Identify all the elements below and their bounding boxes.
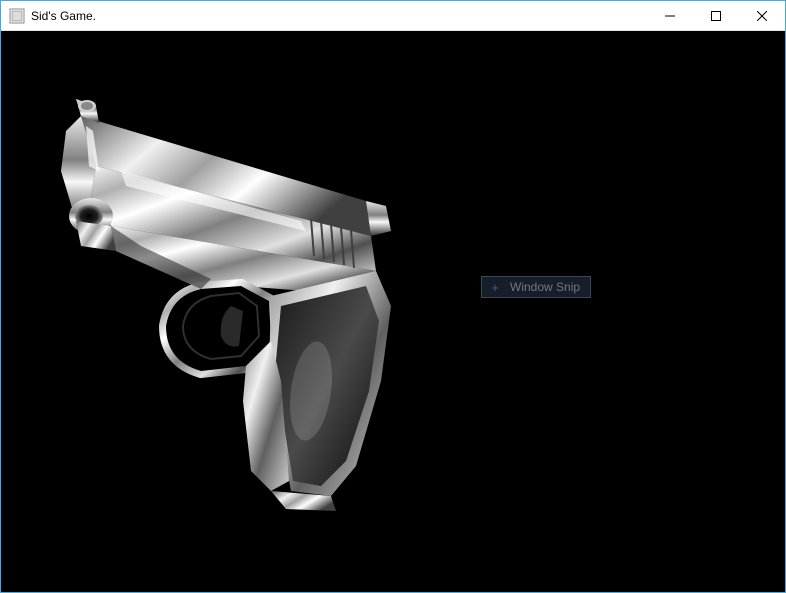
app-icon	[9, 8, 25, 24]
titlebar[interactable]: Sid's Game.	[1, 1, 785, 31]
close-icon	[757, 11, 767, 21]
window-controls	[647, 1, 785, 30]
handgun-model	[21, 71, 421, 511]
plus-icon: +	[488, 280, 502, 294]
maximize-button[interactable]	[693, 1, 739, 31]
maximize-icon	[711, 11, 721, 21]
application-window: Sid's Game.	[0, 0, 786, 593]
close-button[interactable]	[739, 1, 785, 31]
snip-tooltip: + Window Snip	[481, 276, 591, 298]
game-viewport[interactable]: + Window Snip	[1, 31, 785, 592]
minimize-button[interactable]	[647, 1, 693, 31]
tooltip-label: Window Snip	[510, 280, 580, 294]
minimize-icon	[665, 11, 675, 21]
window-title: Sid's Game.	[31, 9, 96, 23]
titlebar-left: Sid's Game.	[9, 8, 96, 24]
